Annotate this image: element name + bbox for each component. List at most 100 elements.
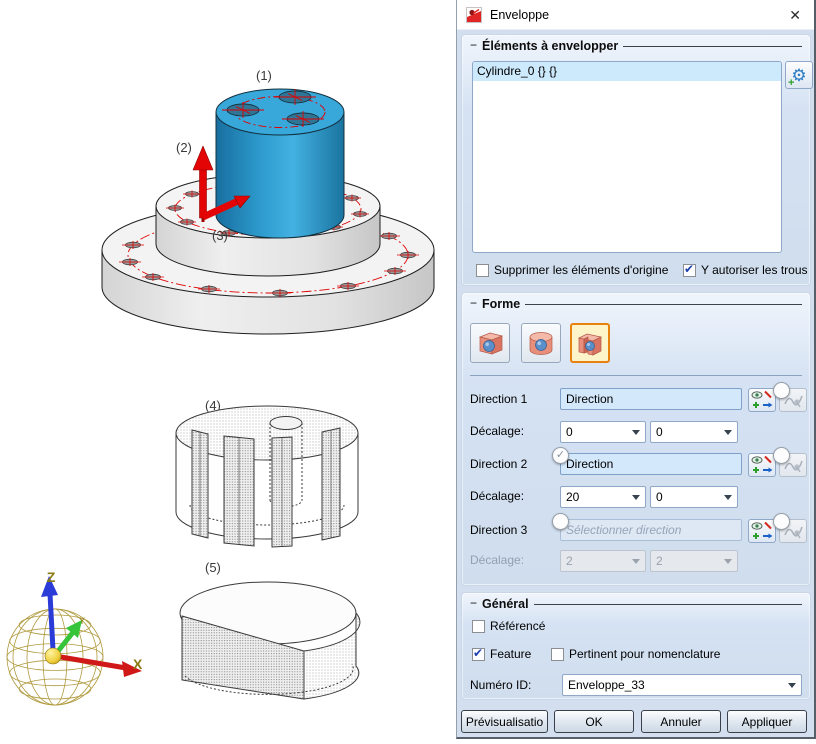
envelope-preview-cut-cylinder: (5) (180, 560, 360, 699)
elements-group-title: Éléments à envelopper (482, 39, 618, 53)
decalage1-combo-2[interactable]: 0 (650, 421, 738, 443)
decalage3-value-1: 2 (566, 554, 573, 568)
group-rule (525, 304, 802, 305)
trous-checkbox[interactable]: ✔ (683, 264, 696, 277)
check-icon: ✔ (473, 646, 483, 660)
elements-group: − Éléments à envelopper Cylindre_0 {} {}… (461, 34, 811, 286)
dropdown-arrow-icon (788, 683, 796, 688)
numero-id-label: Numéro ID: (470, 678, 531, 692)
elements-group-header: − Éléments à envelopper (470, 38, 802, 54)
dialog-title: Enveloppe (490, 8, 549, 22)
direction1-add-button[interactable] (748, 388, 776, 412)
eye-edit-icon (751, 521, 773, 541)
decalage1-label: Décalage: (470, 424, 524, 438)
dropdown-arrow-icon (724, 430, 732, 435)
check-icon: ✔ (684, 262, 694, 276)
ok-button[interactable]: OK (554, 710, 634, 733)
feature-checkbox-row[interactable]: ✔ Feature (472, 647, 531, 661)
annotation-3: (3) (212, 228, 228, 243)
numero-id-combo[interactable]: Enveloppe_33 (562, 674, 802, 696)
collapse-icon[interactable]: − (470, 296, 477, 310)
apply-button[interactable]: Appliquer (727, 710, 807, 733)
list-item[interactable]: Cylindre_0 {} {} (473, 62, 781, 81)
direction1-input[interactable] (560, 388, 742, 410)
direction1-label: Direction 1 (470, 392, 527, 406)
3d-viewport[interactable]: (1) (2) (3) (4) (5) (0, 0, 456, 739)
direction3-input[interactable] (560, 519, 742, 541)
supprimer-label: Supprimer les éléments d'origine (494, 263, 668, 277)
supprimer-checkbox-row[interactable]: Supprimer les éléments d'origine (476, 263, 668, 277)
shape-extruded-button[interactable] (570, 323, 610, 363)
decalage1-value-2: 0 (656, 425, 663, 439)
decalage2-combo-2[interactable]: 0 (650, 486, 738, 508)
dropdown-arrow-icon (724, 559, 732, 564)
shape-box-button[interactable] (470, 323, 510, 363)
decalage3-combo-2: 2 (650, 550, 738, 572)
group-rule (623, 46, 802, 47)
direction3-add-button[interactable] (748, 519, 776, 543)
cylinder-shape-icon (526, 328, 556, 358)
enveloppe-dialog: Enveloppe ✕ − Éléments à envelopper Cyli… (456, 0, 816, 739)
annotation-2: (2) (176, 140, 192, 155)
feature-checkbox[interactable]: ✔ (472, 648, 485, 661)
add-elements-button[interactable]: ⚙ + (785, 61, 813, 89)
enveloppe-app-icon (466, 7, 482, 23)
general-group-title: Général (482, 597, 529, 611)
flange-cylinder-model: (1) (2) (3) (102, 68, 434, 334)
general-group-header: − Général (470, 596, 802, 612)
dialog-titlebar: Enveloppe ✕ (457, 0, 814, 30)
direction3-toggle[interactable] (552, 513, 569, 530)
x-axis-label: X (133, 656, 143, 672)
shape-cylinder-button[interactable] (521, 323, 561, 363)
toggle-check-icon: ✓ (556, 450, 565, 461)
supprimer-checkbox[interactable] (476, 264, 489, 277)
group-rule (534, 604, 802, 605)
direction2-label: Direction 2 (470, 457, 527, 471)
forme-group-title: Forme (482, 297, 520, 311)
decalage1-value-1: 0 (566, 425, 573, 439)
elements-listbox[interactable]: Cylindre_0 {} {} (472, 61, 782, 253)
decalage1-combo-1[interactable]: 0 (560, 421, 646, 443)
decalage3-combo-1: 2 (560, 550, 646, 572)
x-axis-arrow (55, 656, 142, 677)
dropdown-arrow-icon (632, 495, 640, 500)
numero-id-value: Enveloppe_33 (568, 678, 645, 692)
collapse-icon[interactable]: − (470, 38, 477, 52)
nomenclature-checkbox-row[interactable]: Pertinent pour nomenclature (551, 647, 720, 661)
direction2-option-toggle[interactable] (773, 447, 790, 464)
feature-label: Feature (490, 647, 531, 661)
direction3-option-toggle[interactable] (773, 513, 790, 530)
general-group: − Général Référencé ✔ Feature Pertinent … (461, 592, 811, 700)
forme-group-header: − Forme (470, 296, 802, 312)
dropdown-arrow-icon (632, 430, 640, 435)
3d-scene: (1) (2) (3) (4) (5) (0, 0, 456, 739)
reference-checkbox[interactable] (472, 620, 485, 633)
z-axis-label: Z (47, 569, 56, 585)
box-shape-icon (475, 328, 505, 358)
cancel-button[interactable]: Annuler (641, 710, 721, 733)
decalage2-label: Décalage: (470, 489, 524, 503)
preview-button[interactable]: Prévisualisatio (461, 710, 548, 733)
decalage3-value-2: 2 (656, 554, 663, 568)
direction2-input[interactable] (560, 453, 742, 475)
direction2-toggle[interactable]: ✓ (552, 447, 569, 464)
direction2-add-button[interactable] (748, 453, 776, 477)
trous-checkbox-row[interactable]: ✔ Y autoriser les trous (683, 263, 808, 277)
nomenclature-label: Pertinent pour nomenclature (569, 647, 720, 661)
nomenclature-checkbox[interactable] (551, 648, 564, 661)
annotation-5: (5) (205, 560, 221, 575)
decalage3-label: Décalage: (470, 553, 524, 567)
dropdown-arrow-icon (632, 559, 640, 564)
trous-label: Y autoriser les trous (701, 263, 808, 277)
collapse-icon[interactable]: − (470, 596, 477, 610)
forme-group: − Forme (461, 292, 811, 586)
close-icon[interactable]: ✕ (785, 6, 805, 24)
origin-ball (45, 648, 61, 664)
envelope-preview-grooved: (4) (176, 398, 358, 547)
reference-checkbox-row[interactable]: Référencé (472, 619, 545, 633)
plus-icon: + (788, 78, 794, 88)
decalage2-combo-1[interactable]: 20 (560, 486, 646, 508)
y-axis-arrow (55, 620, 82, 655)
eye-edit-icon (751, 390, 773, 410)
direction1-option-toggle[interactable] (773, 382, 790, 399)
